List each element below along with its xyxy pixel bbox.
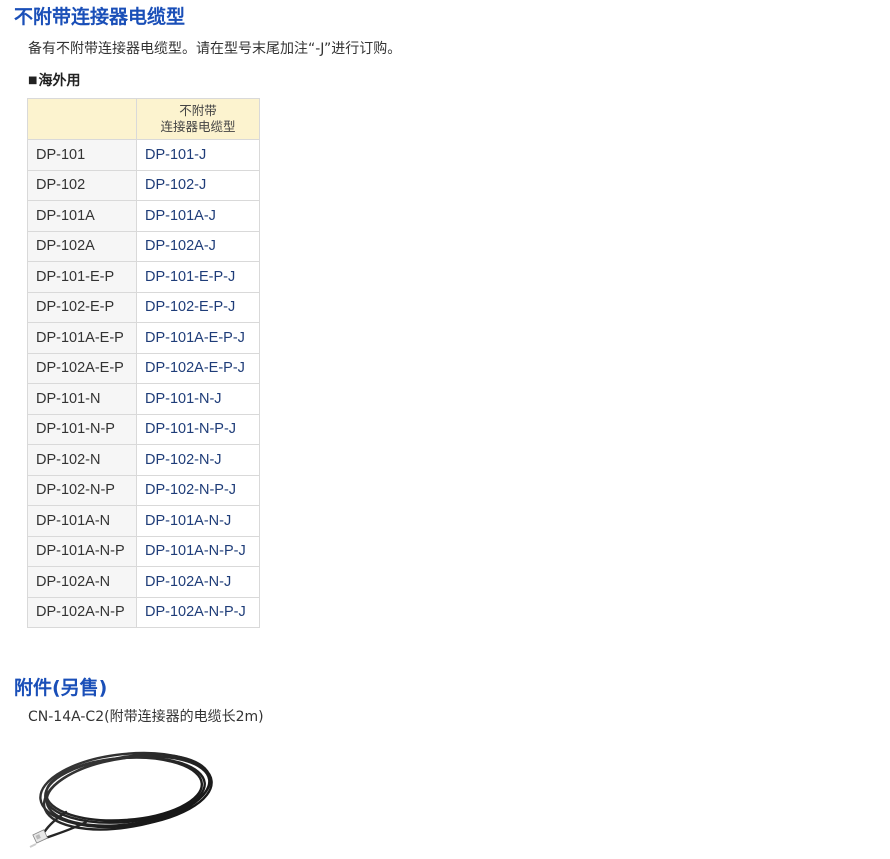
model-standard-cell: DP-101A-N [27, 505, 137, 537]
model-no-connector-cell: DP-101-E-P-J [136, 261, 260, 293]
model-no-connector-cell: DP-102A-N-P-J [136, 596, 260, 628]
model-standard-cell: DP-101A [27, 200, 137, 232]
model-no-connector-cell: DP-101-N-J [136, 383, 260, 415]
model-no-connector-cell: DP-102-E-P-J [136, 291, 260, 323]
header-line-1: 不附带 [179, 103, 217, 118]
square-bullet-icon: ■ [28, 75, 38, 86]
table-row: DP-102A-N DP-102A-N-J [27, 566, 260, 598]
table-header-row: 不附带 连接器电缆型 [27, 98, 260, 140]
model-table: 不附带 连接器电缆型 DP-101 DP-101-J DP-102 DP-102-J DP… [27, 98, 260, 628]
model-standard-cell: DP-102-N [27, 444, 137, 476]
subheading-label: 海外用 [38, 73, 81, 89]
model-standard-cell: DP-102 [27, 169, 137, 201]
table-row: DP-101A-N-P DP-101A-N-P-J [27, 535, 260, 567]
model-standard-cell: DP-102-E-P [27, 291, 137, 323]
model-table-body: DP-101 DP-101-J DP-102 DP-102-J DP-101A DP-10… [27, 139, 260, 628]
header-cell-blank [27, 98, 137, 140]
model-no-connector-cell: DP-101A-J [136, 200, 260, 232]
table-row: DP-101 DP-101-J [27, 139, 260, 171]
table-row: DP-102 DP-102-J [27, 169, 260, 201]
accessory-item-text: CN-14A-C2(附带连接器的电缆长2m) [28, 709, 264, 725]
cable-product-image [29, 751, 213, 848]
table-row: DP-102A DP-102A-J [27, 230, 260, 262]
model-no-connector-cell: DP-101-J [136, 139, 260, 171]
header-line-2: 连接器电缆型 [160, 119, 236, 134]
model-no-connector-cell: DP-102-N-P-J [136, 474, 260, 506]
table-row: DP-101-N-P DP-101-N-P-J [27, 413, 260, 445]
table-row: DP-101-N DP-101-N-J [27, 383, 260, 415]
intro-text: 备有不附带连接器电缆型。请在型号末尾加注“-J”进行订购。 [28, 41, 402, 57]
model-standard-cell: DP-102A [27, 230, 137, 262]
model-standard-cell: DP-101-E-P [27, 261, 137, 293]
header-cell-no-connector: 不附带 连接器电缆型 [136, 98, 260, 140]
model-no-connector-cell: DP-102A-J [136, 230, 260, 262]
table-row: DP-102-E-P DP-102-E-P-J [27, 291, 260, 323]
model-standard-cell: DP-102A-N [27, 566, 137, 598]
table-row: DP-102-N-P DP-102-N-P-J [27, 474, 260, 506]
table-row: DP-101-E-P DP-101-E-P-J [27, 261, 260, 293]
model-standard-cell: DP-101A-N-P [27, 535, 137, 567]
model-standard-cell: DP-102A-N-P [27, 596, 137, 628]
cable-coil [38, 751, 213, 842]
model-standard-cell: DP-102A-E-P [27, 352, 137, 384]
model-no-connector-cell: DP-101A-N-P-J [136, 535, 260, 567]
section-title-accessories: 附件(另售) [14, 677, 108, 699]
table-row: DP-101A-E-P DP-101A-E-P-J [27, 322, 260, 354]
model-no-connector-cell: DP-102-N-J [136, 444, 260, 476]
model-no-connector-cell: DP-102-J [136, 169, 260, 201]
model-standard-cell: DP-102-N-P [27, 474, 137, 506]
model-no-connector-cell: DP-101A-N-J [136, 505, 260, 537]
table-row: DP-101A-N DP-101A-N-J [27, 505, 260, 537]
model-no-connector-cell: DP-101-N-P-J [136, 413, 260, 445]
model-standard-cell: DP-101A-E-P [27, 322, 137, 354]
subheading-overseas: ■海外用 [28, 71, 80, 91]
cable-bare-end [29, 843, 37, 848]
section-title-no-connector: 不附带连接器电缆型 [14, 6, 186, 28]
table-row: DP-101A DP-101A-J [27, 200, 260, 232]
table-row: DP-102-N DP-102-N-J [27, 444, 260, 476]
model-no-connector-cell: DP-102A-E-P-J [136, 352, 260, 384]
model-no-connector-cell: DP-102A-N-J [136, 566, 260, 598]
model-no-connector-cell: DP-101A-E-P-J [136, 322, 260, 354]
table-row: DP-102A-E-P DP-102A-E-P-J [27, 352, 260, 384]
model-standard-cell: DP-101-N-P [27, 413, 137, 445]
table-row: DP-102A-N-P DP-102A-N-P-J [27, 596, 260, 628]
model-standard-cell: DP-101-N [27, 383, 137, 415]
model-standard-cell: DP-101 [27, 139, 137, 171]
